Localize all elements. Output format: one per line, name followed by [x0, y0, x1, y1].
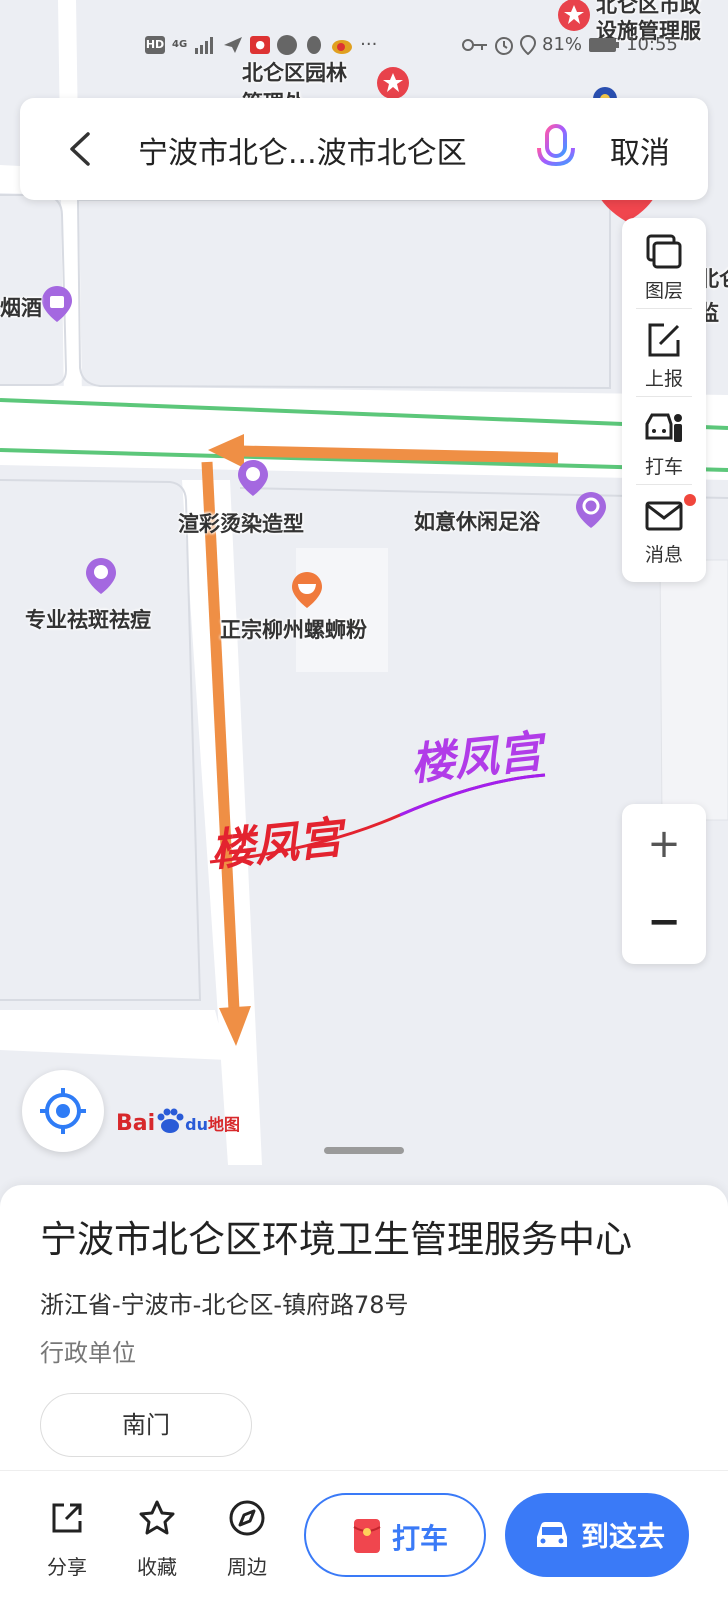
search-input[interactable]: 宁波市北仑...波市北仑区	[138, 128, 467, 172]
favorite-label: 收藏	[137, 1555, 177, 1579]
share-button[interactable]: 分享	[32, 1499, 102, 1580]
place-detail-sheet: 宁波市北仑区环境卫生管理服务中心 浙江省-宁波市-北仑区-镇府路78号 行政单位…	[0, 1185, 728, 1470]
more-icon: ···	[360, 34, 378, 55]
poi-label-skincare[interactable]: 专业祛斑祛痘	[25, 604, 151, 634]
gate-chip-south[interactable]: 南门	[40, 1393, 252, 1457]
place-address: 浙江省-宁波市-北仑区-镇府路78号	[40, 1291, 409, 1319]
watermark-text-red: 楼凤宫	[208, 812, 345, 877]
tool-layers-button[interactable]: 图层	[622, 220, 706, 308]
send-icon	[224, 36, 243, 53]
star-icon	[139, 1500, 175, 1535]
status-right-icons: 81% 10:55	[462, 34, 678, 55]
baidu-map-logo: Bai du地图	[116, 1108, 240, 1136]
map-tool-panel: 图层 上报 打车 消息	[622, 218, 706, 582]
logo-bai: Bai	[116, 1111, 156, 1136]
layers-icon	[646, 234, 682, 269]
cancel-button[interactable]: 取消	[610, 128, 670, 172]
poi-label-tobacco[interactable]: 烟酒	[0, 292, 42, 322]
zoom-out-button[interactable]: −	[622, 884, 706, 964]
network-type: 4G	[172, 39, 188, 50]
share-icon	[52, 1503, 82, 1533]
place-category: 行政单位	[40, 1339, 136, 1367]
location-icon	[520, 34, 536, 55]
taxi-label: 打车	[392, 1522, 449, 1555]
sheet-drag-handle[interactable]	[324, 1147, 404, 1154]
qq-icon	[307, 35, 322, 54]
battery-percent: 81%	[542, 34, 583, 55]
tool-report-button[interactable]: 上报	[622, 308, 706, 396]
share-label: 分享	[47, 1555, 87, 1579]
beauty-pin-icon[interactable]	[84, 556, 118, 596]
logo-du: du	[185, 1115, 208, 1134]
tool-messages-button[interactable]: 消息	[622, 484, 706, 572]
leisure-pin-icon[interactable]	[574, 490, 608, 530]
tool-label: 图层	[644, 280, 683, 302]
tool-taxi-button[interactable]: 打车	[622, 396, 706, 484]
search-bar[interactable]: 宁波市北仑...波市北仑区 取消	[20, 98, 708, 200]
clock: 10:55	[626, 34, 678, 55]
sound-icon	[277, 34, 298, 55]
action-bar: 分享 收藏 周边 打车 到这去	[0, 1470, 728, 1600]
recorder-icon: ●	[250, 35, 271, 54]
car-icon	[537, 1522, 567, 1547]
poi-label-foot-spa[interactable]: 如意休闲足浴	[414, 506, 540, 536]
shop-pin-icon[interactable]	[40, 284, 74, 324]
status-left-icons: HD 4G ● ···	[145, 34, 377, 55]
tool-label: 上报	[644, 368, 683, 390]
favorite-button[interactable]: 收藏	[122, 1499, 192, 1580]
alarm-icon	[495, 36, 513, 55]
beauty-pin-icon[interactable]	[236, 458, 270, 498]
nearby-button[interactable]: 周边	[212, 1499, 282, 1580]
food-pin-icon[interactable]	[290, 570, 324, 610]
back-arrow-icon[interactable]	[60, 128, 100, 170]
watermark-text-purple: 楼凤宫	[408, 726, 545, 791]
weibo-icon	[332, 39, 353, 54]
unread-badge	[684, 494, 696, 506]
poi-label-hair-salon[interactable]: 渲彩烫染造型	[178, 508, 304, 538]
tool-label: 消息	[644, 544, 683, 566]
go-here-button[interactable]: 到这去	[505, 1493, 689, 1577]
crosshair-icon	[40, 1088, 86, 1134]
tool-label: 打车	[644, 456, 683, 478]
battery-icon	[589, 37, 620, 52]
nearby-label: 周边	[227, 1555, 267, 1579]
logo-map: 地图	[208, 1115, 241, 1134]
taxi-button[interactable]: 打车	[304, 1493, 486, 1577]
poi-label-noodles[interactable]: 正宗柳州螺蛳粉	[220, 614, 367, 644]
place-title: 宁波市北仑区环境卫生管理服务中心	[40, 1218, 632, 1261]
paw-icon	[157, 1108, 184, 1133]
hd-icon: HD	[145, 35, 165, 54]
locate-me-button[interactable]	[22, 1070, 104, 1152]
signal-icon	[195, 36, 214, 54]
key-icon	[462, 38, 487, 51]
go-here-label: 到这去	[581, 1520, 666, 1553]
mail-icon	[645, 501, 683, 531]
red-envelope-icon	[353, 1519, 381, 1553]
microphone-icon[interactable]	[534, 122, 578, 176]
zoom-in-button[interactable]: +	[622, 804, 706, 884]
report-edit-icon	[648, 323, 680, 357]
taxi-person-icon	[645, 413, 682, 442]
zoom-control: + −	[622, 804, 706, 964]
status-bar: HD 4G ● ··· 81% 10:55	[0, 30, 728, 64]
compass-icon	[229, 1500, 265, 1536]
